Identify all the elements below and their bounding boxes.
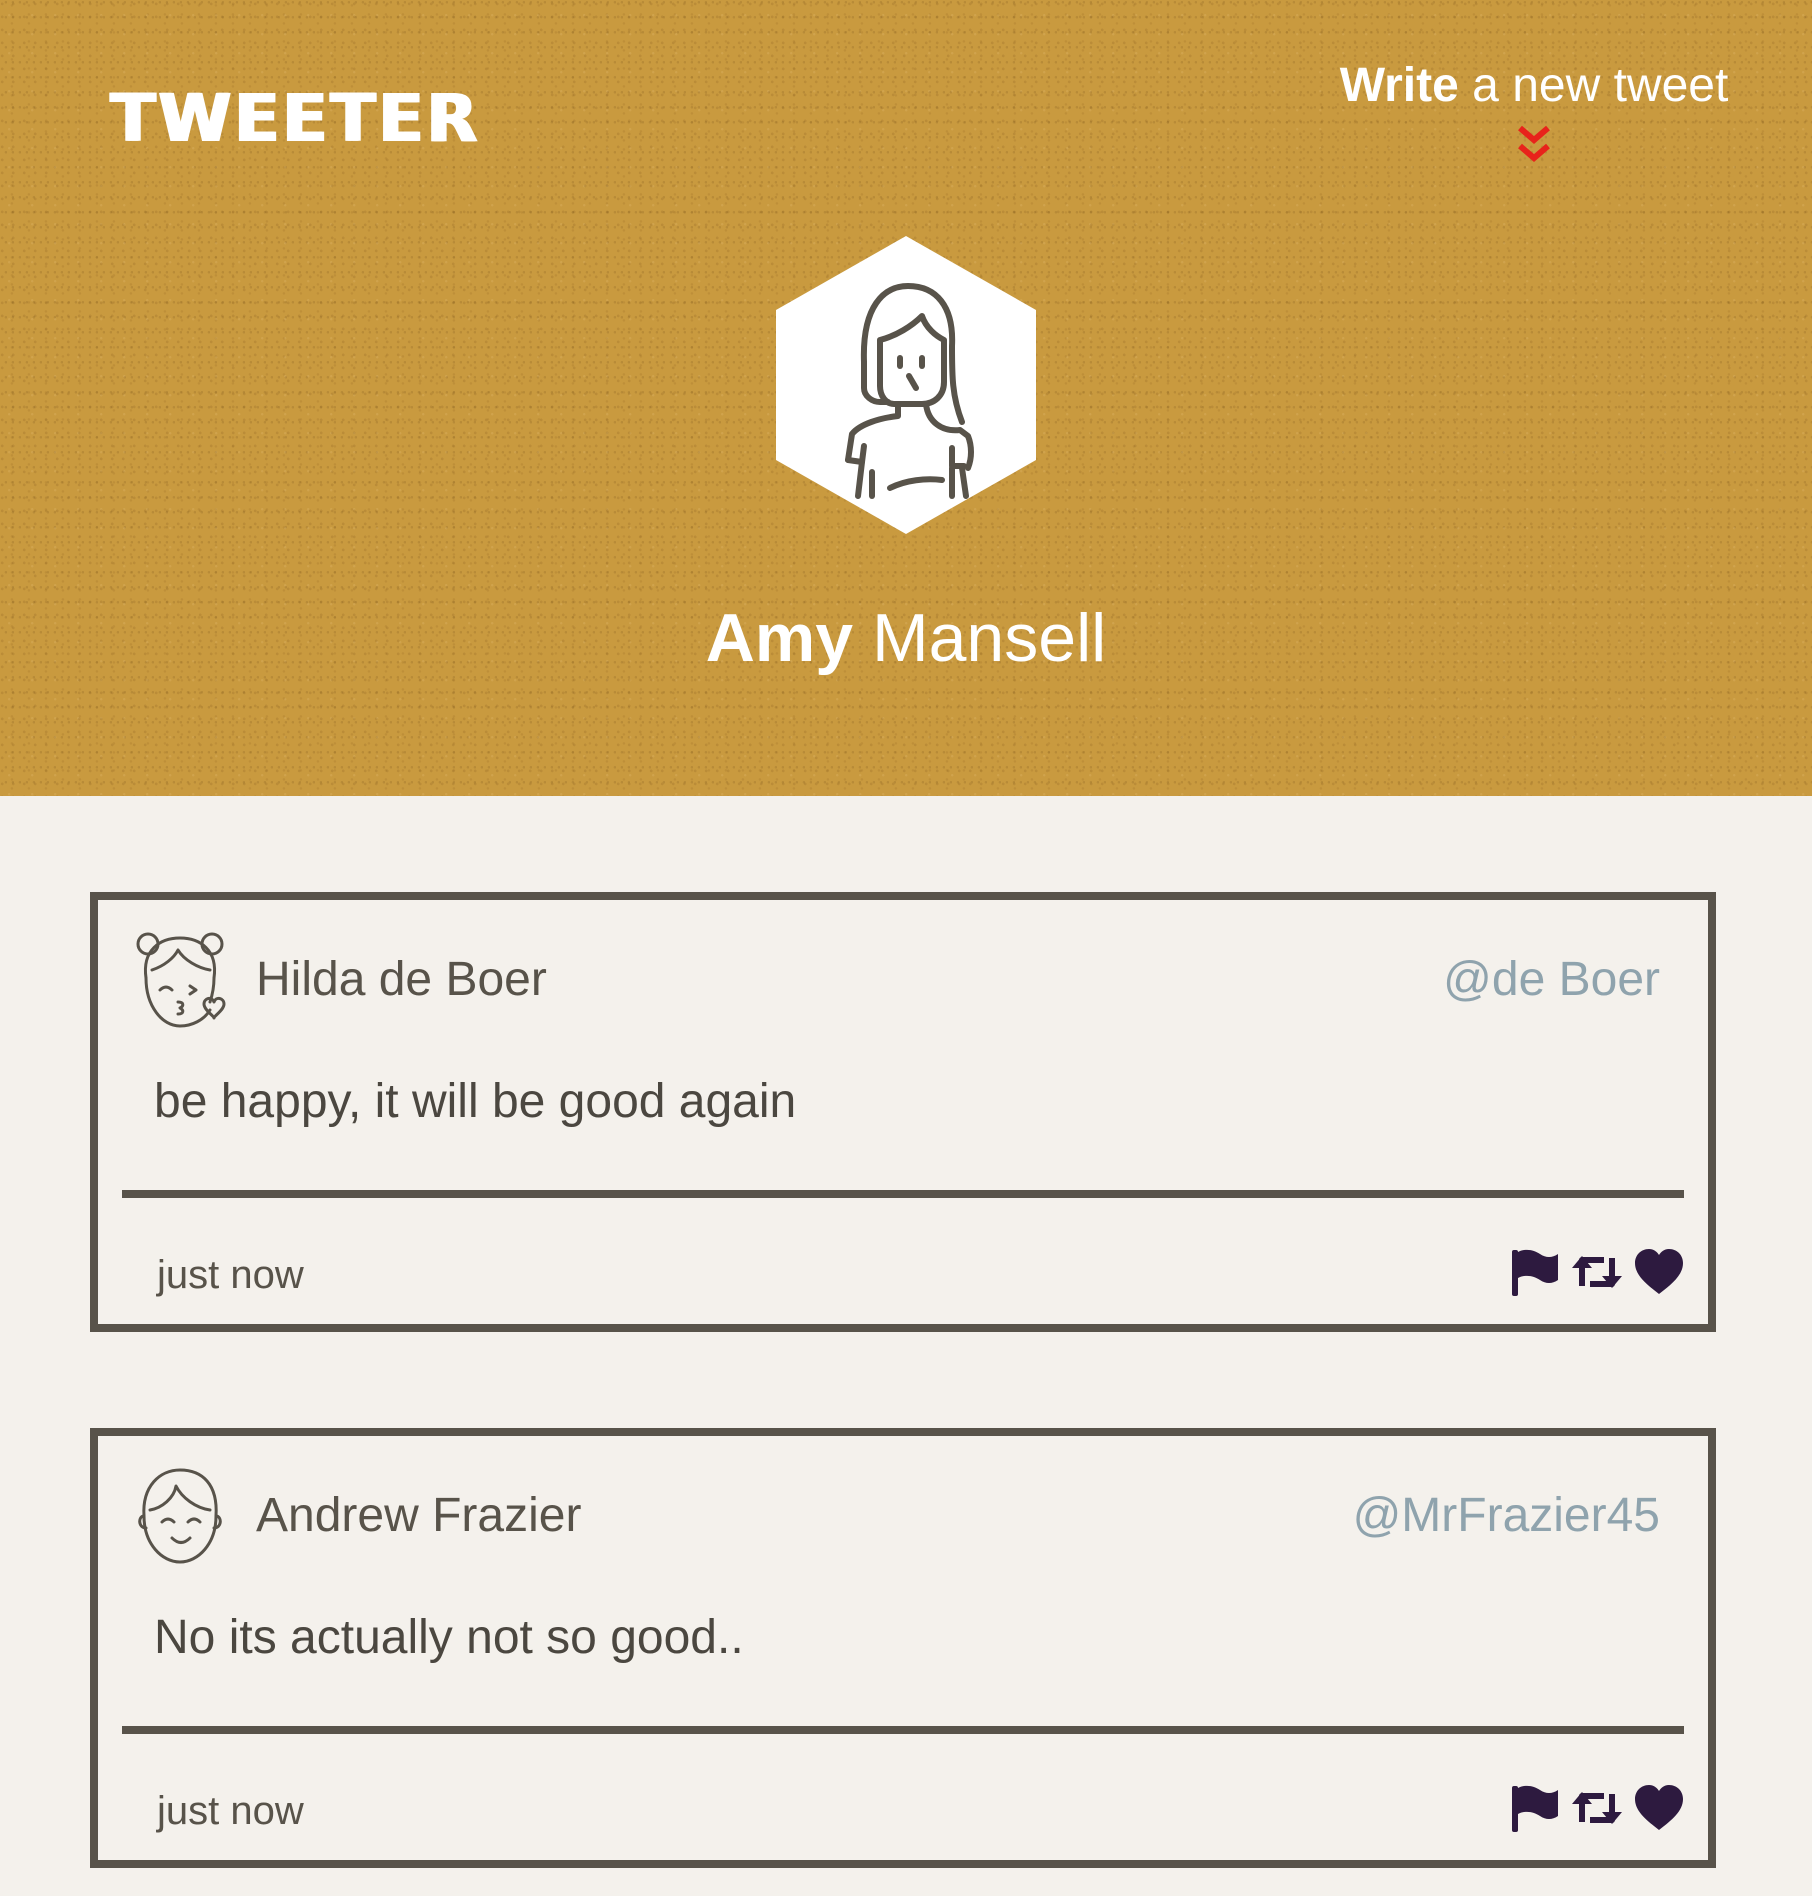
double-chevron-down-icon[interactable] — [1514, 124, 1554, 168]
tweet-author-name[interactable]: Andrew Frazier — [256, 1488, 581, 1544]
tweet-card: Hilda de Boer @de Boer be happy, it will… — [90, 892, 1716, 1332]
tweet-actions — [1508, 1246, 1686, 1298]
app-logo[interactable]: TWEETER — [110, 86, 480, 152]
tweet-card: Andrew Frazier @MrFrazier45 No its actua… — [90, 1428, 1716, 1868]
heart-icon[interactable] — [1632, 1782, 1686, 1834]
boy-smile-avatar-icon — [138, 1468, 222, 1564]
retweet-icon[interactable] — [1570, 1782, 1624, 1834]
tweet-author-name[interactable]: Hilda de Boer — [256, 952, 547, 1008]
profile-header: TWEETER Write a new tweet Amy Mansell — [0, 0, 1812, 796]
retweet-icon[interactable] — [1570, 1246, 1624, 1298]
tweet-text: No its actually not so good.. — [154, 1611, 744, 1664]
woman-avatar-icon — [776, 236, 1036, 534]
write-new-tweet-label-bold: Write — [1339, 59, 1459, 112]
girl-kiss-avatar-icon — [136, 932, 226, 1028]
profile-last-name: Mansell — [853, 600, 1107, 676]
write-new-tweet-label-rest: a new tweet — [1458, 59, 1729, 112]
tweet-text: be happy, it will be good again — [154, 1075, 797, 1128]
write-new-tweet-button[interactable]: Write a new tweet — [1324, 56, 1744, 168]
tweet-author-handle[interactable]: @MrFrazier45 — [1353, 1488, 1660, 1544]
tweet-divider — [122, 1726, 1684, 1734]
write-new-tweet-label[interactable]: Write a new tweet — [1324, 56, 1744, 116]
tweet-author-handle[interactable]: @de Boer — [1443, 952, 1660, 1008]
tweet-actions — [1508, 1782, 1686, 1834]
tweet-timestamp: just now — [157, 1789, 304, 1833]
tweet-timestamp: just now — [157, 1253, 304, 1297]
flag-icon[interactable] — [1508, 1782, 1562, 1834]
tweet-divider — [122, 1190, 1684, 1198]
profile-first-name: Amy — [705, 600, 854, 676]
heart-icon[interactable] — [1632, 1246, 1686, 1298]
flag-icon[interactable] — [1508, 1246, 1562, 1298]
profile-name: Amy Mansell — [0, 598, 1812, 678]
